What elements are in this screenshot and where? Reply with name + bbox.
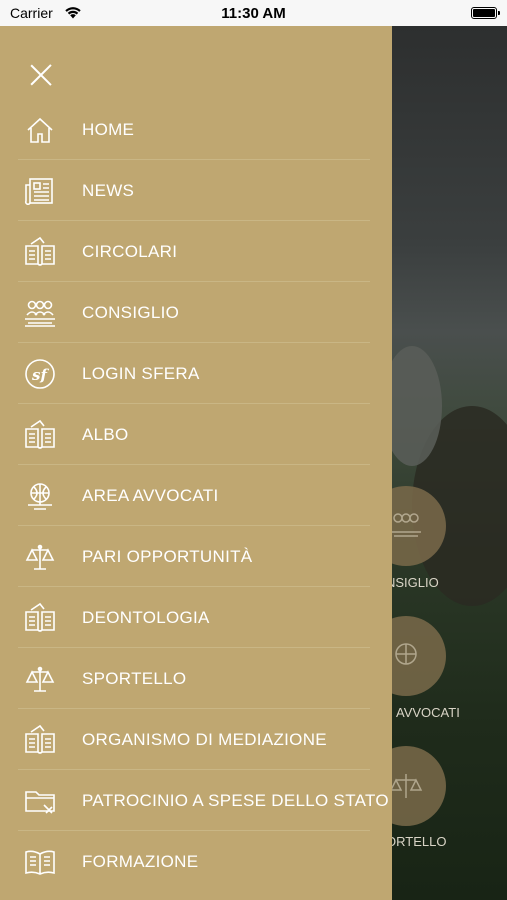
navigation-drawer: HOME NEWS CIRCOLARI CONSIGLIO sf LOGIN SFERA A… <box>0 26 392 900</box>
menu-item-news[interactable]: NEWS <box>0 160 392 221</box>
book-icon <box>22 722 58 758</box>
background-label-sportello: ORTELLO <box>392 834 447 849</box>
sf-logo-icon: sf <box>22 356 58 392</box>
scales-icon <box>22 661 58 697</box>
menu-item-label: PATROCINIO A SPESE DELLO STATO <box>82 790 389 810</box>
menu-item-area-avvocati[interactable]: AREA AVVOCATI <box>0 465 392 526</box>
book-icon <box>22 417 58 453</box>
clock: 11:30 AM <box>221 5 286 22</box>
menu-item-patrocinio-a-spese-dello-stato[interactable]: PATROCINIO A SPESE DELLO STATO <box>0 770 392 831</box>
home-icon <box>22 112 58 148</box>
menu-item-home[interactable]: HOME <box>0 99 392 160</box>
menu-item-label: PARI OPPORTUNITÀ <box>82 546 253 566</box>
close-icon[interactable] <box>28 62 54 88</box>
menu-item-label: LOGIN SFERA <box>82 363 200 383</box>
globe-monitor-icon <box>22 478 58 514</box>
book-icon <box>22 600 58 636</box>
menu-item-label: NEWS <box>82 180 135 200</box>
menu-item-pari-opportunita[interactable]: PARI OPPORTUNITÀ <box>0 526 392 587</box>
menu-item-label: FORMAZIONE <box>82 851 199 871</box>
menu-item-circolari[interactable]: CIRCOLARI <box>0 221 392 282</box>
menu-item-label: DEONTOLOGIA <box>82 607 210 627</box>
open-book-icon <box>22 844 58 880</box>
background-screen: NSIGLIO AVVOCATI ORTELLO <box>392 26 507 900</box>
menu-item-label: AREA AVVOCATI <box>82 485 219 505</box>
drawer-menu: HOME NEWS CIRCOLARI CONSIGLIO sf LOGIN SFERA A… <box>0 99 392 892</box>
background-avvocati-button[interactable] <box>392 616 446 696</box>
menu-item-label: HOME <box>82 119 135 139</box>
background-sportello-button[interactable] <box>392 746 446 826</box>
background-label-avvocati: AVVOCATI <box>396 705 460 720</box>
menu-item-deontologia[interactable]: DEONTOLOGIA <box>0 587 392 648</box>
svg-text:sf: sf <box>32 366 49 384</box>
menu-item-organismo-di-mediazione[interactable]: ORGANISMO DI MEDIAZIONE <box>0 709 392 770</box>
menu-item-sportello[interactable]: SPORTELLO <box>0 648 392 709</box>
folder-icon <box>22 783 58 819</box>
battery-icon <box>471 7 500 19</box>
menu-item-login-sfera[interactable]: sf LOGIN SFERA <box>0 343 392 404</box>
menu-item-consiglio[interactable]: CONSIGLIO <box>0 282 392 343</box>
menu-item-label: ALBO <box>82 424 129 444</box>
menu-item-label: CIRCOLARI <box>82 241 178 261</box>
menu-item-label: CONSIGLIO <box>82 302 180 322</box>
menu-item-albo[interactable]: ALBO <box>0 404 392 465</box>
scales-icon <box>22 539 58 575</box>
menu-item-label: SPORTELLO <box>82 668 187 688</box>
menu-item-label: ORGANISMO DI MEDIAZIONE <box>82 729 327 749</box>
background-label-consiglio: NSIGLIO <box>392 575 439 590</box>
newspaper-icon <box>22 173 58 209</box>
status-bar: Carrier 11:30 AM <box>0 0 507 26</box>
people-icon <box>22 295 58 331</box>
book-icon <box>22 234 58 270</box>
menu-item-formazione[interactable]: FORMAZIONE <box>0 831 392 892</box>
